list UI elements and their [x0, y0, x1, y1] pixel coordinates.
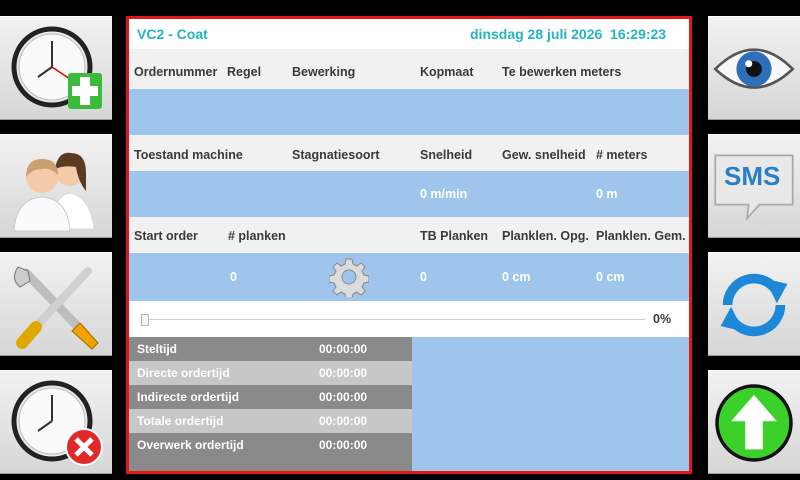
header-toestand-machine: Toestand machine	[134, 148, 243, 162]
time-row: Overwerk ordertijd 00:00:00	[129, 433, 412, 471]
upload-button[interactable]	[708, 370, 800, 474]
clock-cancel-icon	[11, 380, 103, 466]
time-value: 00:00:00	[319, 342, 368, 356]
time-label: Totale ordertijd	[137, 414, 224, 428]
header-meters: # meters	[596, 148, 648, 162]
header-stagnatiesoort: Stagnatiesoort	[292, 148, 380, 162]
gear-icon[interactable]	[329, 257, 369, 297]
info-area	[412, 337, 689, 471]
header-planken: # planken	[228, 229, 286, 243]
tools-button[interactable]	[0, 252, 112, 356]
header-planklen-opg: Planklen. Opg.	[502, 229, 589, 243]
time-label: Overwerk ordertijd	[137, 438, 244, 452]
time-value: 00:00:00	[319, 390, 368, 404]
time-value: 00:00:00	[319, 366, 368, 380]
planklen-gem-value: 0 cm	[596, 270, 625, 284]
machine-value-row: 0 m/min 0 m	[129, 171, 689, 217]
planklen-opg-value: 0 cm	[502, 270, 531, 284]
header-gew-snelheid: Gew. snelheid	[502, 148, 586, 162]
progress-thumb	[141, 314, 149, 326]
progress-row: 0%	[129, 301, 689, 337]
order-panel: VC2 - Coat dinsdag 28 juli 2026 16:29:23…	[126, 16, 692, 474]
time-value: 00:00:00	[319, 438, 368, 452]
progress-label: 0%	[653, 312, 672, 326]
tools-icon	[14, 266, 99, 350]
refresh-button[interactable]	[708, 252, 800, 356]
header-bewerking: Bewerking	[292, 65, 356, 79]
start-value-row: 0 0 0 cm 0 cm	[129, 253, 689, 301]
time-label: Indirecte ordertijd	[137, 390, 240, 404]
meters-value: 0 m	[596, 187, 618, 201]
order-value-row	[129, 89, 689, 135]
datetime: dinsdag 28 juli 2026 16:29:23	[470, 26, 667, 42]
eye-button[interactable]	[708, 16, 800, 120]
planken-value: 0	[230, 270, 237, 284]
clock-add-icon	[11, 26, 102, 109]
header-kopmaat: Kopmaat	[420, 65, 474, 79]
sms-label: SMS	[724, 161, 781, 191]
time-row: Indirecte ordertijd 00:00:00	[129, 385, 412, 409]
header-snelheid: Snelheid	[420, 148, 473, 162]
time-row: Directe ordertijd 00:00:00	[129, 361, 412, 385]
refresh-icon	[720, 273, 788, 337]
clock-add-button[interactable]	[0, 16, 112, 120]
tb-planken-value: 0	[420, 270, 427, 284]
start-header-row: Start order # planken TB Planken Plankle…	[129, 217, 689, 253]
time-row: Totale ordertijd 00:00:00	[129, 409, 412, 433]
time-row: Steltijd 00:00:00	[129, 337, 412, 361]
header-start-order: Start order	[134, 229, 198, 243]
users-icon	[13, 152, 95, 232]
order-header-row: Ordernummer Regel Bewerking Kopmaat Te b…	[129, 49, 689, 89]
clock-cancel-button[interactable]	[0, 370, 112, 474]
header-ordernummer: Ordernummer	[134, 65, 218, 79]
upload-icon	[715, 384, 793, 462]
progress-track	[141, 319, 645, 320]
users-button[interactable]	[0, 134, 112, 238]
header-regel: Regel	[227, 65, 262, 79]
machine-title: VC2 - Coat	[137, 26, 208, 42]
time-label: Directe ordertijd	[137, 366, 230, 380]
header-tb-planken: TB Planken	[420, 229, 489, 243]
header-planklen-gem: Planklen. Gem.	[596, 229, 686, 243]
snelheid-value: 0 m/min	[420, 187, 468, 201]
machine-header-row: Toestand machine Stagnatiesoort Snelheid…	[129, 135, 689, 171]
eye-icon	[713, 48, 795, 89]
header-te-bewerken-meters: Te bewerken meters	[502, 65, 622, 79]
time-value: 00:00:00	[319, 414, 368, 428]
time-label: Steltijd	[137, 342, 178, 356]
sms-button[interactable]: SMS	[708, 134, 800, 238]
